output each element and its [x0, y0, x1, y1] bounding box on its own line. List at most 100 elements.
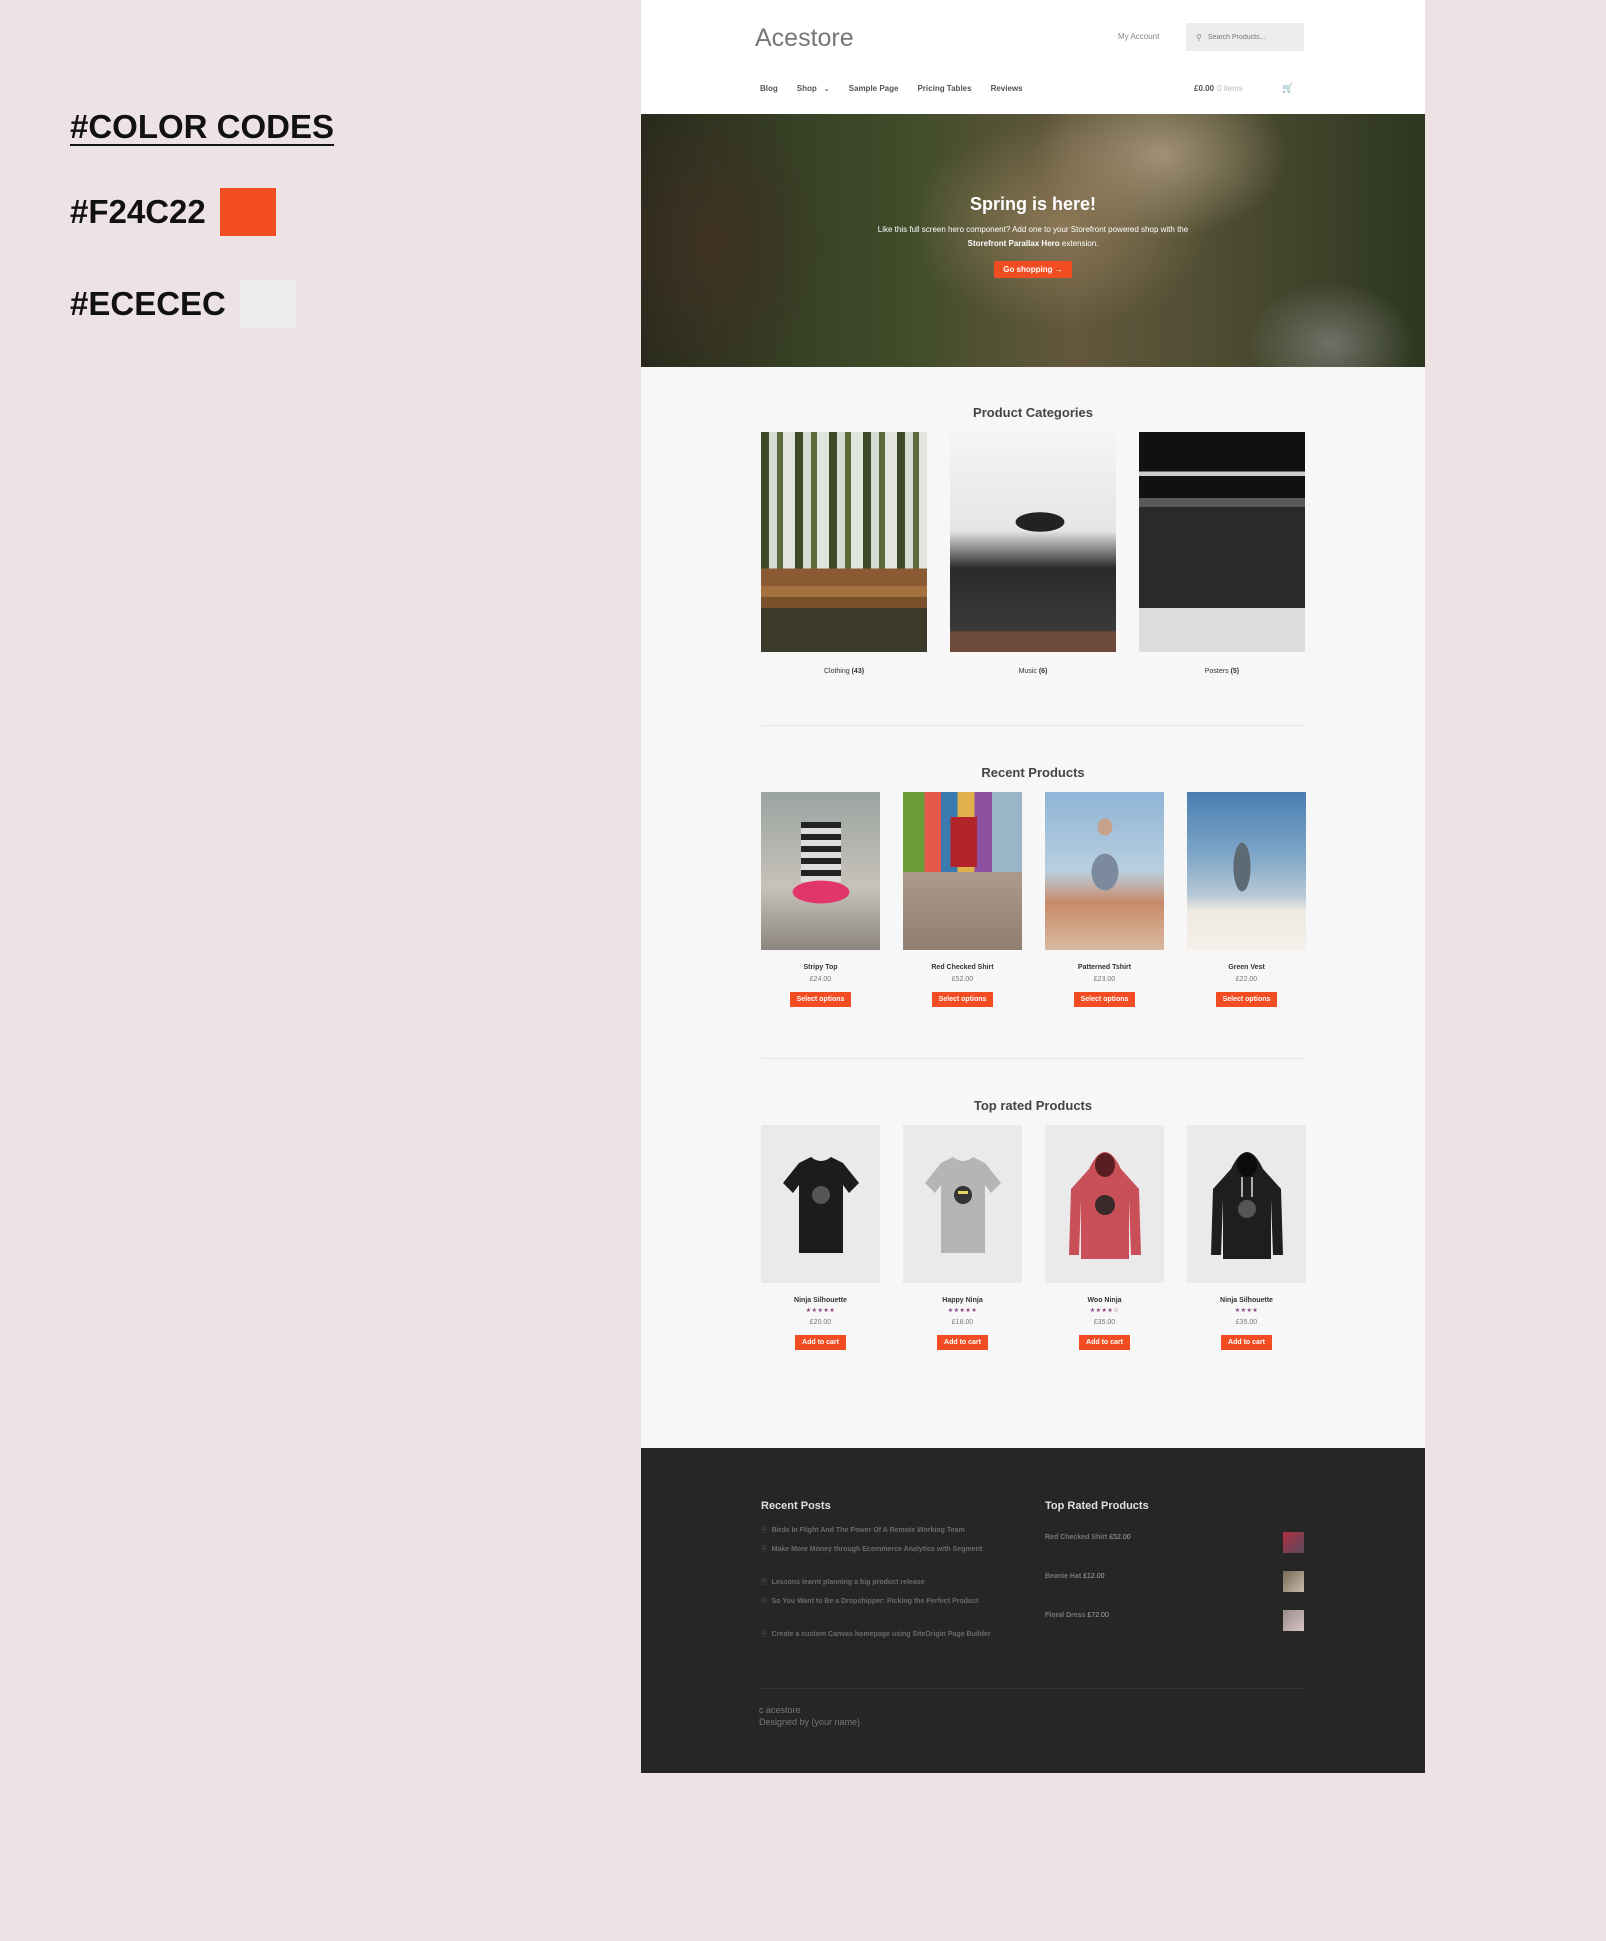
star-rating: ★★★★★	[947, 1308, 978, 1314]
product-card: Green Vest £22.00 Select options	[1187, 792, 1306, 1007]
product-image[interactable]	[1187, 1125, 1306, 1283]
add-to-cart-button[interactable]: Add to cart	[795, 1335, 846, 1350]
hero-banner: Spring is here! Like this full screen he…	[641, 114, 1425, 367]
categories-title: Product Categories	[973, 405, 1093, 420]
product-price: £23.00	[1093, 976, 1116, 983]
product-image[interactable]	[903, 1125, 1022, 1283]
nav-blog[interactable]: Blog	[760, 84, 778, 93]
product-thumbnail[interactable]	[1283, 1610, 1304, 1631]
search-box[interactable]: ⚲	[1186, 23, 1304, 51]
product-image[interactable]	[761, 1125, 880, 1283]
category-name: Clothing	[823, 668, 850, 675]
swatch-chip	[239, 280, 296, 328]
my-account-link[interactable]: My Account	[1118, 32, 1159, 41]
select-options-button[interactable]: Select options	[1073, 992, 1136, 1007]
category-clothing[interactable]: Clothing (43)	[761, 432, 927, 675]
category-name: Posters	[1204, 668, 1229, 675]
product-name[interactable]: Happy Ninja	[903, 1297, 1022, 1304]
category-count: (5)	[1230, 668, 1240, 675]
product-image[interactable]	[1045, 1125, 1164, 1283]
product-price: £22.00	[1235, 976, 1258, 983]
top-rated-title: Top rated Products	[973, 1098, 1093, 1113]
product-thumbnail[interactable]	[1283, 1571, 1304, 1592]
hero-text-bold: Storefront Parallax Hero	[967, 239, 1060, 248]
footer-top-rated-item[interactable]: Red Checked Shirt £52.00	[1045, 1534, 1131, 1541]
footer-recent-posts-title: Recent Posts	[761, 1500, 831, 1512]
chevron-down-icon: ⌄	[823, 86, 830, 93]
document-icon: 🗎	[761, 1546, 767, 1553]
footer-post-link[interactable]: 🗎 Create a custom Canvas homepage using S…	[761, 1628, 1011, 1641]
product-name[interactable]: Ninja Silhouette	[1187, 1297, 1306, 1304]
footer-designer-credit: Designed by (your name)	[759, 1717, 861, 1727]
hero-text: Like this full screen hero component? Ad…	[868, 223, 1198, 251]
section-divider	[761, 1058, 1305, 1059]
footer-top-rated-item[interactable]: Floral Dress £72.00	[1045, 1612, 1109, 1619]
product-card: Happy Ninja ★★★★★ £18.00 Add to cart	[903, 1125, 1022, 1350]
footer-top-rated-item[interactable]: Beanie Hat £12.00	[1045, 1573, 1105, 1580]
footer-post-link[interactable]: 🗎 So You Want to Be a Dropshipper: Pickin…	[761, 1595, 1011, 1608]
hoodie-image	[1211, 1152, 1283, 1259]
product-name[interactable]: Woo Ninja	[1045, 1297, 1164, 1304]
footer-post-link[interactable]: 🗎 Lessons learnt planning a big product r…	[761, 1576, 1011, 1589]
product-name[interactable]: Stripy Top	[761, 964, 880, 971]
product-name[interactable]: Patterned Tshirt	[1045, 964, 1164, 971]
tshirt-image	[783, 1157, 859, 1253]
post-title: Create a custom Canvas homepage using Si…	[771, 1631, 991, 1638]
nav-pricing-tables[interactable]: Pricing Tables	[917, 84, 971, 93]
footer-post-link[interactable]: 🗎 Birds In Flight And The Power Of A Remo…	[761, 1524, 1011, 1537]
tshirt-image	[925, 1157, 1001, 1253]
select-options-button[interactable]: Select options	[1215, 992, 1278, 1007]
add-to-cart-button[interactable]: Add to cart	[1221, 1335, 1272, 1350]
store-page: Acestore My Account ⚲ Blog Shop ⌄ Sample …	[641, 0, 1425, 1773]
product-card: Ninja Silhouette ★★★★★ £20.00 Add to car…	[761, 1125, 880, 1350]
hero-text-part: extension.	[1061, 239, 1099, 248]
footer-divider	[760, 1688, 1304, 1689]
section-divider	[761, 725, 1305, 726]
footer-top-rated-title: Top Rated Products	[1045, 1500, 1149, 1512]
search-input[interactable]	[1207, 33, 1298, 41]
product-image[interactable]	[761, 792, 880, 950]
nav-shop[interactable]: Shop ⌄	[797, 84, 830, 93]
item-name: Beanie Hat	[1045, 1573, 1082, 1580]
select-options-button[interactable]: Select options	[789, 992, 852, 1007]
category-posters[interactable]: Posters (5)	[1139, 432, 1305, 675]
product-thumbnail[interactable]	[1283, 1532, 1304, 1553]
product-name[interactable]: Red Checked Shirt	[903, 964, 1022, 971]
nav-sample-page[interactable]: Sample Page	[849, 84, 899, 93]
post-title: Lessons learnt planning a big product re…	[771, 1579, 925, 1586]
document-icon: 🗎	[761, 1631, 767, 1638]
post-title: Make More Money through Ecommerce Analyt…	[771, 1546, 983, 1553]
product-card: Stripy Top £24.00 Select options	[761, 792, 880, 1007]
palette-title: #COLOR CODES	[70, 108, 335, 145]
star-rating: ★★★★★	[805, 1308, 836, 1314]
hoodie-image	[1069, 1152, 1141, 1259]
category-label: Posters (5)	[1139, 668, 1305, 675]
product-image[interactable]	[1045, 792, 1164, 950]
go-shopping-button[interactable]: Go shopping →	[994, 261, 1072, 278]
cart-summary[interactable]: £0.00 0 items	[1194, 84, 1243, 93]
nav-reviews[interactable]: Reviews	[991, 84, 1023, 93]
search-icon: ⚲	[1196, 32, 1202, 42]
cart-icon[interactable]: 🛒	[1282, 83, 1293, 94]
category-music[interactable]: Music (6)	[950, 432, 1116, 675]
star-rating: ★★★★☆	[1089, 1308, 1120, 1314]
site-logo[interactable]: Acestore	[755, 24, 854, 53]
item-price: £12.00	[1083, 1573, 1105, 1580]
add-to-cart-button[interactable]: Add to cart	[937, 1335, 988, 1350]
product-card: Red Checked Shirt £52.00 Select options	[903, 792, 1022, 1007]
category-name: Music	[1018, 668, 1037, 675]
product-name[interactable]: Ninja Silhouette	[761, 1297, 880, 1304]
add-to-cart-button[interactable]: Add to cart	[1079, 1335, 1130, 1350]
footer-post-link[interactable]: 🗎 Make More Money through Ecommerce Analy…	[761, 1543, 1011, 1556]
product-card: Ninja Silhouette ★★★★ £35.00 Add to cart	[1187, 1125, 1306, 1350]
product-card: Patterned Tshirt £23.00 Select options	[1045, 792, 1164, 1007]
product-image[interactable]	[1187, 792, 1306, 950]
hero-content: Spring is here! Like this full screen he…	[641, 194, 1425, 278]
select-options-button[interactable]: Select options	[931, 992, 994, 1007]
product-name[interactable]: Green Vest	[1187, 964, 1306, 971]
post-title: So You Want to Be a Dropshipper: Picking…	[771, 1598, 979, 1605]
product-image[interactable]	[903, 792, 1022, 950]
hero-title: Spring is here!	[969, 194, 1097, 214]
document-icon: 🗎	[761, 1527, 767, 1534]
category-label: Clothing (43)	[761, 668, 927, 675]
